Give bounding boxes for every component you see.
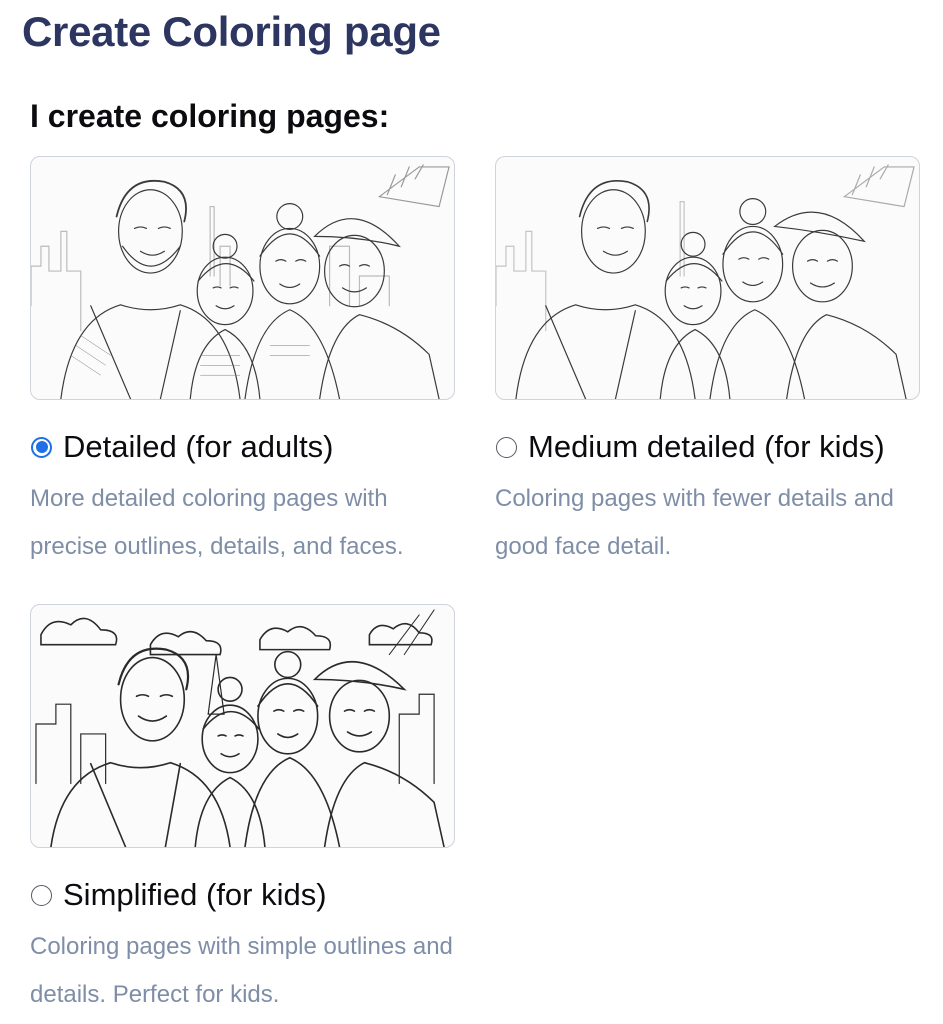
family-line-art-illustration bbox=[496, 164, 915, 399]
preview-image-simplified[interactable] bbox=[30, 604, 455, 848]
option-label-simplified[interactable]: Simplified (for kids) bbox=[63, 875, 327, 915]
preview-image-detailed[interactable] bbox=[30, 156, 455, 400]
option-medium-detailed[interactable]: Medium detailed (for kids) Coloring page… bbox=[495, 156, 925, 571]
radio-simplified[interactable] bbox=[31, 884, 52, 906]
option-description-medium-detailed: Coloring pages with fewer details and go… bbox=[495, 485, 894, 560]
option-label-detailed[interactable]: Detailed (for adults) bbox=[63, 427, 334, 467]
option-simplified[interactable]: Simplified (for kids) Coloring pages wit… bbox=[30, 604, 460, 1019]
preview-image-medium[interactable] bbox=[495, 156, 920, 400]
family-line-art-illustration bbox=[31, 164, 450, 399]
option-detailed[interactable]: Detailed (for adults) More detailed colo… bbox=[30, 156, 460, 571]
coloring-page-creator: Create Coloring page I create coloring p… bbox=[0, 0, 943, 1024]
radio-detailed[interactable] bbox=[31, 436, 52, 458]
family-line-art-illustration bbox=[35, 609, 445, 847]
section-heading: I create coloring pages: bbox=[30, 98, 390, 134]
option-description-simplified: Coloring pages with simple outlines and … bbox=[30, 933, 453, 1008]
radio-medium-detailed[interactable] bbox=[496, 436, 517, 458]
page-title: Create Coloring page bbox=[22, 8, 441, 55]
option-label-medium-detailed[interactable]: Medium detailed (for kids) bbox=[528, 427, 885, 467]
option-description-detailed: More detailed coloring pages with precis… bbox=[30, 485, 404, 560]
